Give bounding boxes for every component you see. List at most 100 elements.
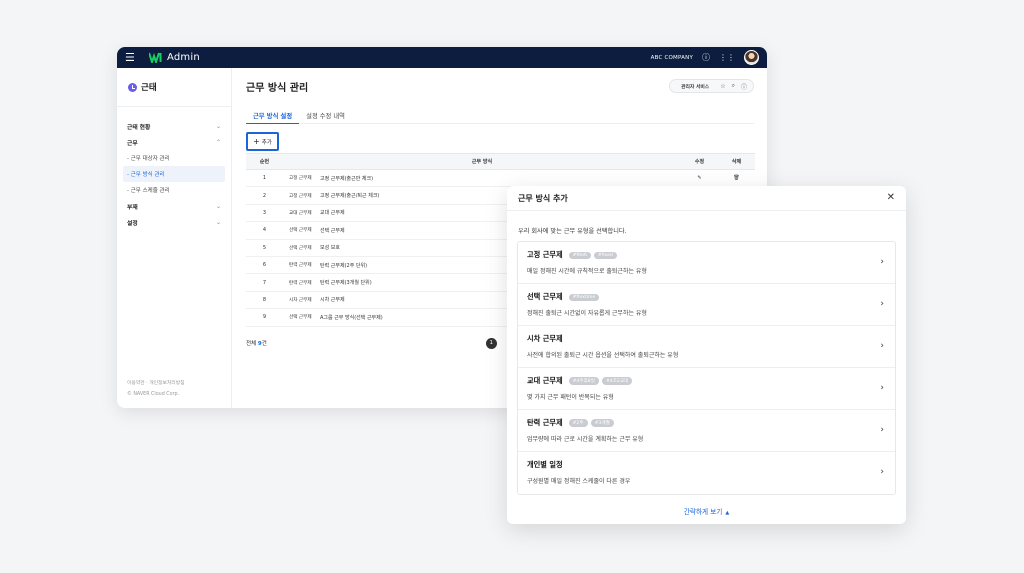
option-tag: #4조2교대 (601, 377, 633, 385)
tab-edit-history[interactable]: 설정 수정 내역 (299, 107, 352, 124)
collapse-link[interactable]: 간략하게 보기 ▲ (507, 506, 906, 516)
option-shift[interactable]: 교대 근무제 #4주휴8일 #4조2교대 몇 가지 근무 패턴이 반복되는 유형… (518, 368, 895, 410)
option-title: 탄력 근무제 (527, 418, 563, 427)
row-number: 2 (246, 186, 283, 205)
row-number: 3 (246, 204, 283, 223)
footer-links[interactable]: 이용약관 · 개인정보처리방침 (127, 378, 185, 389)
row-name: 고정 근무제(출근만 체크) (314, 169, 681, 188)
option-title: 선택 근무제 (527, 292, 563, 301)
plus-icon: + (253, 136, 260, 146)
table-row[interactable]: 1 고정 근무제 고정 근무제(출근만 체크) ✎ 🗑 (246, 169, 755, 188)
row-number: 6 (246, 256, 283, 275)
chevron-down-icon: ⌄ (215, 218, 221, 226)
sidebar-item-label: 근무 (127, 140, 138, 147)
row-type: 선택 근무제 (283, 239, 314, 257)
row-type: 교대 근무제 (283, 204, 314, 223)
add-button[interactable]: + 추가 (246, 132, 279, 151)
option-title: 교대 근무제 (527, 376, 563, 385)
chevron-right-icon: › (880, 299, 884, 309)
sidebar-footer: 이용약관 · 개인정보처리방침 © NAVER Cloud Corp. (127, 378, 185, 400)
table-header-row: 순번 근무 방식 수정 삭제 (246, 153, 755, 170)
sidebar-item-work-method[interactable]: - 근무 방식 관리 (123, 166, 225, 182)
trash-icon[interactable]: 🗑 (718, 169, 755, 188)
chevron-right-icon: › (880, 341, 884, 351)
sidebar-item-label: 설정 (127, 220, 138, 227)
option-flexible[interactable]: 탄력 근무제 #2주 #3개월 업무량에 따라 근로 시간을 계획하는 근무 유… (518, 410, 895, 452)
option-description: 구성원별 매일 정해진 스케줄이 다른 경우 (527, 478, 631, 485)
avatar[interactable] (744, 50, 759, 65)
sidebar-item-label: 근태 현황 (127, 124, 151, 131)
sidebar-item-absence[interactable]: 부재 ⌄ (117, 198, 231, 214)
option-tag: #flextime (568, 293, 600, 301)
option-title: 시차 근무제 (527, 334, 563, 343)
admin-service-button[interactable]: 관리자 서비스 (676, 83, 714, 90)
clock-icon (128, 82, 137, 92)
column-header: 삭제 (718, 153, 755, 170)
add-work-method-modal: 근무 방식 추가 ✕ 우리 회사에 맞는 근무 유형을 선택합니다. 고정 근무… (507, 186, 906, 524)
modal-title: 근무 방식 추가 (518, 193, 568, 203)
option-description: 업무량에 따라 근로 시간을 계획하는 근무 유형 (527, 436, 644, 443)
row-type: 고정 근무제 (283, 186, 314, 205)
info-icon[interactable]: ⓘ (741, 82, 747, 91)
chevron-right-icon: › (880, 425, 884, 435)
star-icon[interactable]: ☆ (720, 83, 725, 90)
option-tag: #3개월 (590, 419, 614, 427)
option-title: 고정 근무제 (527, 250, 563, 259)
option-staggered[interactable]: 시차 근무제 사전에 합의된 출퇴근 시간 옵션을 선택하여 출퇴근하는 유형 … (518, 326, 895, 368)
option-tag: #9to6 (568, 251, 591, 259)
row-number: 4 (246, 221, 283, 240)
chevron-right-icon: › (880, 383, 884, 393)
menu-icon[interactable]: ☰ (125, 52, 139, 63)
caret-up-icon: ▲ (725, 510, 730, 516)
tab-bar: 근무 방식 설정 설정 수정 내역 (246, 107, 754, 124)
option-flextime[interactable]: 선택 근무제 #flextime 정해진 출퇴근 시간없이 자유롭게 근무하는 … (518, 284, 895, 326)
sidebar-item-attendance-status[interactable]: 근태 현황 ⌄ (117, 118, 231, 134)
row-number: 7 (246, 273, 283, 292)
sidebar-item-work[interactable]: 근무 ⌃ (117, 134, 231, 150)
close-icon[interactable]: ✕ (887, 193, 895, 203)
chevron-right-icon: › (880, 467, 884, 477)
column-header: 순번 (246, 153, 283, 170)
sidebar-title: 근태 (141, 83, 157, 93)
column-header: 근무 방식 (283, 153, 681, 170)
sidebar-item-work-schedule[interactable]: - 근무 스케줄 관리 (117, 182, 231, 198)
help-icon[interactable]: ⓘ (702, 53, 710, 62)
pencil-icon[interactable]: ✎ (681, 169, 718, 188)
option-title: 개인별 일정 (527, 460, 563, 469)
option-description: 정해진 출퇴근 시간없이 자유롭게 근무하는 유형 (527, 310, 647, 317)
sidebar-item-work-targets[interactable]: - 근무 대상자 관리 (117, 150, 231, 166)
option-individual[interactable]: 개인별 일정 구성원별 매일 정해진 스케줄이 다른 경우 › (518, 452, 895, 494)
search-icon[interactable]: ⌕ (732, 82, 735, 90)
app-grid-icon[interactable]: ⋮⋮ (719, 53, 735, 62)
company-name[interactable]: ABC COMPANY (651, 55, 693, 61)
collapse-link-label: 간략하게 보기 (683, 508, 723, 516)
top-bar: ☰ Admin ABC COMPANY ⓘ ⋮⋮ (117, 47, 767, 68)
option-description: 몇 가지 근무 패턴이 반복되는 유형 (527, 394, 614, 401)
row-type: 고정 근무제 (283, 169, 314, 188)
add-button-label: 추가 (261, 139, 272, 146)
row-number: 9 (246, 308, 283, 327)
admin-toolbar: 관리자 서비스 ☆ ⌕ ⓘ (669, 79, 754, 93)
tab-work-method-settings[interactable]: 근무 방식 설정 (246, 107, 300, 124)
row-number: 5 (246, 239, 283, 257)
row-type: 탄력 근무제 (283, 256, 314, 275)
column-header: 수정 (681, 153, 718, 170)
pagination-page[interactable]: 1 (485, 337, 497, 349)
option-description: 매일 정해진 시간에 규칙적으로 출퇴근하는 유형 (527, 268, 647, 275)
chevron-right-icon: › (880, 257, 884, 267)
modal-header: 근무 방식 추가 ✕ (507, 186, 906, 211)
chevron-down-icon: ⌄ (215, 122, 221, 130)
sidebar: 근태 근태 현황 ⌄ 근무 ⌃ - 근무 대상자 관리 - 근무 방식 관리 -… (117, 68, 232, 408)
option-fixed[interactable]: 고정 근무제 #9to6 #fixed 매일 정해진 시간에 규칙적으로 출퇴근… (518, 242, 895, 284)
chevron-down-icon: ⌄ (215, 202, 221, 210)
row-number: 8 (246, 291, 283, 310)
option-tag: #2주 (568, 419, 588, 427)
modal-description: 우리 회사에 맞는 근무 유형을 선택합니다. (518, 228, 627, 235)
row-number: 1 (246, 169, 283, 188)
row-type: 선택 근무제 (283, 221, 314, 240)
sidebar-item-settings[interactable]: 설정 ⌄ (117, 214, 231, 230)
row-type: 시차 근무제 (283, 291, 314, 310)
app-title: Admin (167, 52, 200, 63)
total-count: 전체 9건 (246, 341, 267, 348)
works-logo-icon (149, 52, 162, 63)
